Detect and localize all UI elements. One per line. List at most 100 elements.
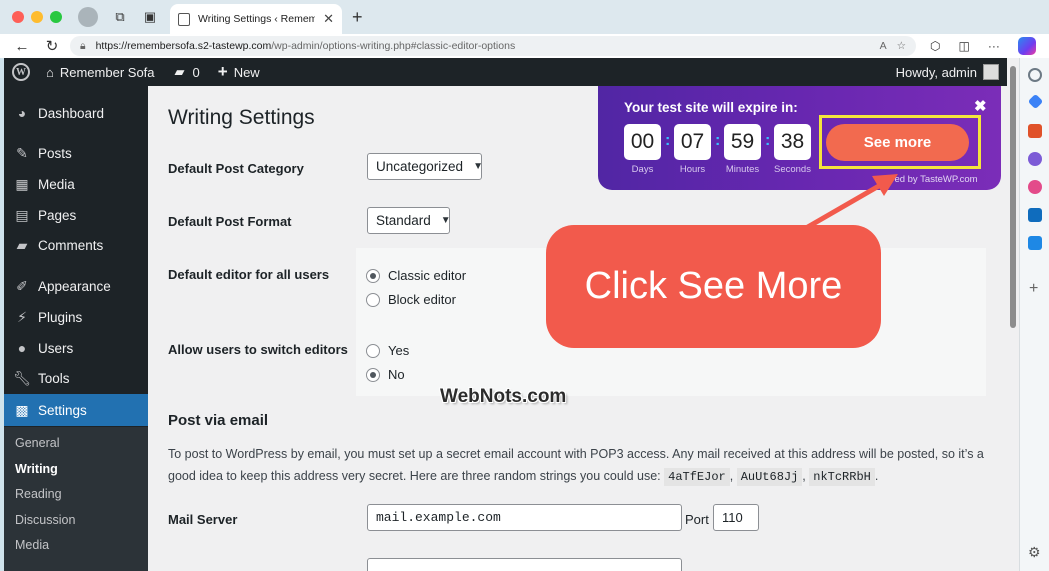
radio-button[interactable]	[366, 268, 380, 283]
close-tab-icon[interactable]: ✕	[323, 11, 334, 27]
tools-icon[interactable]	[1028, 124, 1042, 138]
menu-label: Plugins	[38, 309, 83, 325]
dashboard-icon: ◕	[17, 105, 27, 121]
select-value: Uncategorized	[376, 159, 464, 174]
menu-item-appearance[interactable]: ✐ Appearance	[4, 271, 148, 301]
radio-button[interactable]	[366, 292, 380, 307]
menu-label: Users	[38, 340, 74, 356]
menu-item-media[interactable]: ▦ Media	[4, 169, 148, 199]
radio-button[interactable]	[366, 343, 380, 358]
menu-item-dashboard[interactable]: ◕ Dashboard	[4, 98, 148, 128]
add-sidebar-icon[interactable]: +	[1029, 280, 1038, 298]
read-aloud-icon[interactable]: A	[880, 40, 887, 52]
new-tab-button[interactable]: +	[352, 7, 363, 28]
plus-icon: +	[217, 62, 228, 81]
port-input[interactable]: 110	[713, 504, 759, 531]
users-icon: ●	[17, 340, 27, 356]
howdy-link[interactable]: Howdy, admin	[896, 65, 977, 80]
mail-server-value: mail.example.com	[376, 510, 501, 525]
default-format-select[interactable]: Standard ▼	[367, 207, 451, 234]
scrollbar-thumb[interactable]	[1010, 66, 1016, 328]
submenu-discussion[interactable]: Discussion	[15, 513, 75, 527]
sidebar-settings-icon[interactable]: ⚙	[1028, 544, 1041, 561]
menu-label: Posts	[38, 145, 72, 161]
random-string: nkTcRRbH	[809, 468, 875, 486]
browser-tab-bar: ⧉ ▣ Writing Settings ‹ Remember S ✕ +	[0, 0, 1049, 34]
submenu-reading[interactable]: Reading	[15, 487, 62, 501]
chevron-down-icon: ▼	[473, 161, 483, 172]
more-menu-icon[interactable]: ···	[988, 39, 1000, 53]
page-scrollbar[interactable]	[1007, 58, 1019, 571]
plugin-icon: ⚡︎	[17, 308, 27, 325]
url-host: https://remembersofa.s2-tastewp.com	[95, 40, 272, 52]
settings-icon: ▩	[15, 401, 29, 418]
profile-avatar[interactable]	[78, 7, 98, 27]
comments-link[interactable]: ▰ 0	[175, 64, 200, 80]
games-icon[interactable]	[1028, 152, 1042, 166]
close-window-button[interactable]	[12, 11, 24, 23]
menu-label: Tools	[38, 370, 70, 386]
reload-button[interactable]: ↻	[44, 37, 60, 55]
user-avatar[interactable]	[983, 64, 999, 80]
site-name-link[interactable]: Remember Sofa	[60, 65, 155, 80]
menu-item-pages[interactable]: ▤ Pages	[4, 200, 148, 230]
comment-count: 0	[192, 64, 200, 80]
default-category-select[interactable]: Uncategorized ▼	[367, 153, 483, 180]
seconds-label: Seconds	[774, 164, 811, 175]
random-string: AuUt68Jj	[736, 468, 803, 486]
extensions-icon[interactable]: ⬡	[930, 39, 940, 53]
send-icon[interactable]	[1028, 236, 1042, 250]
wordpress-logo-icon[interactable]: W	[12, 63, 30, 81]
shopping-tag-icon[interactable]	[1027, 93, 1044, 110]
menu-item-users[interactable]: ● Users	[4, 333, 148, 363]
login-name-input[interactable]	[367, 558, 682, 571]
submenu-media[interactable]: Media	[15, 538, 49, 552]
new-content-link[interactable]: + New	[218, 62, 260, 82]
browser-tab-title: Writing Settings ‹ Remember S	[198, 13, 316, 25]
port-label: Port	[685, 512, 709, 527]
url-path: /wp-admin/options-writing.php#classic-ed…	[271, 40, 516, 52]
brush-icon: ✐	[16, 277, 28, 294]
media-icon: ▦	[15, 175, 29, 192]
maximize-window-button[interactable]	[50, 11, 62, 23]
menu-label: Settings	[38, 402, 87, 418]
separator-colon: :	[715, 132, 721, 149]
menu-item-comments[interactable]: ▰ Comments	[4, 230, 148, 260]
radio-block-editor[interactable]: Block editor	[366, 292, 456, 307]
workspaces-icon[interactable]: ⧉	[112, 9, 128, 25]
copilot-circle-icon[interactable]	[1028, 180, 1042, 194]
radio-switch-yes[interactable]: Yes	[366, 343, 409, 358]
url-field[interactable]: 🔒︎ https://remembersofa.s2-tastewp.com/w…	[70, 36, 916, 56]
mail-server-input[interactable]: mail.example.com	[367, 504, 682, 531]
settings-submenu: General Writing Reading Discussion Media	[4, 427, 148, 571]
radio-classic-editor[interactable]: Classic editor	[366, 268, 466, 283]
tab-actions-icon[interactable]: ▣	[142, 9, 158, 25]
favorite-star-icon[interactable]: ☆	[897, 40, 906, 52]
close-icon[interactable]: ✖	[974, 97, 987, 115]
submenu-general[interactable]: General	[15, 436, 59, 450]
menu-item-settings[interactable]: ▩ Settings	[4, 394, 148, 426]
menu-item-tools[interactable]: 🔧︎ Tools	[4, 363, 148, 393]
radio-label: Yes	[388, 343, 410, 358]
see-more-button[interactable]: See more	[826, 124, 969, 161]
copilot-icon[interactable]	[1017, 37, 1036, 55]
split-screen-icon[interactable]: ◫	[958, 39, 969, 53]
search-icon[interactable]	[1028, 68, 1042, 82]
radio-label: Classic editor	[388, 268, 467, 283]
default-category-label: Default Post Category	[168, 161, 304, 176]
lock-icon[interactable]: 🔒︎	[80, 40, 86, 53]
radio-button[interactable]	[366, 367, 380, 382]
radio-switch-no[interactable]: No	[366, 367, 405, 382]
radio-label: Block editor	[388, 292, 456, 307]
submenu-writing[interactable]: Writing	[15, 462, 58, 476]
page-icon	[178, 12, 190, 26]
menu-item-posts[interactable]: ✎ Posts	[4, 138, 148, 168]
separator-colon: :	[765, 132, 771, 149]
back-button[interactable]: ←	[14, 38, 30, 55]
menu-item-plugins[interactable]: ⚡︎ Plugins	[4, 302, 148, 332]
browser-tab[interactable]: Writing Settings ‹ Remember S ✕	[170, 4, 342, 34]
minimize-window-button[interactable]	[31, 11, 43, 23]
outlook-icon[interactable]	[1028, 208, 1042, 222]
powered-by-text[interactable]: ered by TasteWP.com	[886, 174, 978, 185]
home-icon[interactable]: ⌂	[46, 65, 54, 80]
